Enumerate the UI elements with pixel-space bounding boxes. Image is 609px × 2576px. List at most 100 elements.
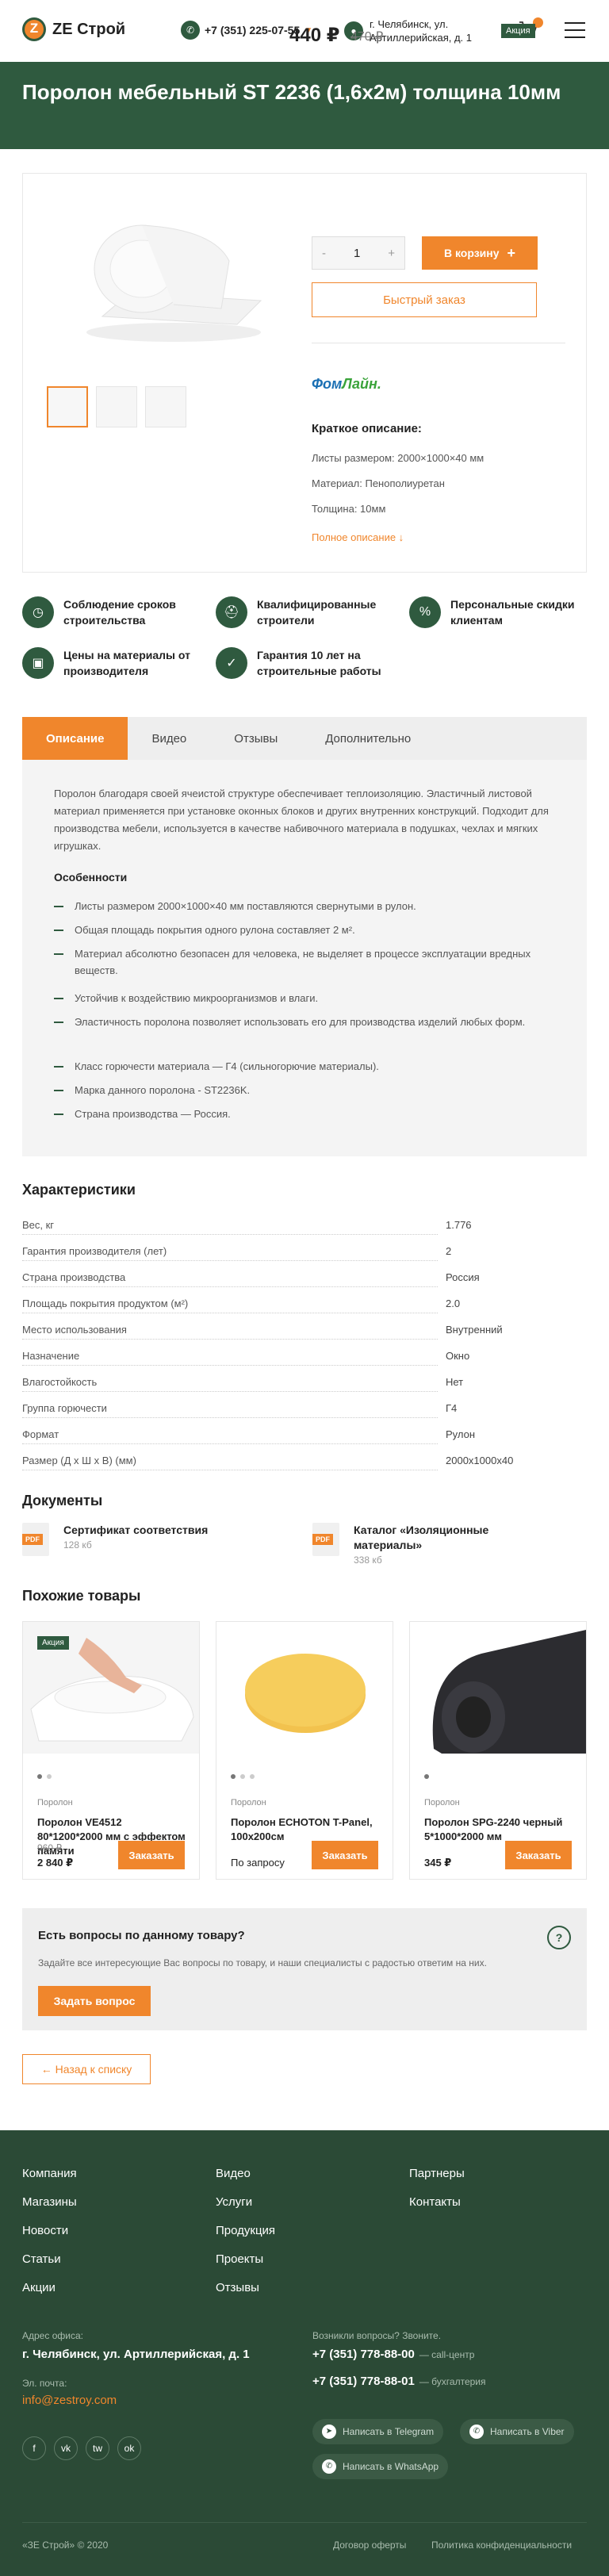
whatsapp-icon: ✆ (322, 2459, 336, 2474)
quick-order-button[interactable]: Быстрый заказ (312, 282, 537, 317)
spec-value: 2 (446, 1245, 452, 1257)
product-image (216, 1622, 393, 1754)
footer-link[interactable]: Магазины (22, 2195, 77, 2209)
tab-description[interactable]: Описание (22, 717, 128, 760)
tab-additional[interactable]: Дополнительно (301, 717, 435, 760)
document-name: Сертификат соответствия (63, 1524, 209, 1536)
privacy-link[interactable]: Политика конфиденциальности (431, 2540, 572, 2551)
viber-button[interactable]: ✆ Написать в Viber (460, 2419, 574, 2444)
qty-minus-button[interactable]: - (322, 247, 326, 260)
tab-reviews[interactable]: Отзывы (210, 717, 301, 760)
sale-badge: Акция (501, 24, 535, 38)
ok-icon[interactable]: ok (117, 2436, 141, 2460)
address-line1: г. Челябинск, ул. (370, 18, 449, 30)
feature-warranty: ✓ Гарантия 10 лет на строительные работы (216, 647, 398, 679)
document-catalog[interactable]: PDF Каталог «Изоляционные материалы» 338 … (312, 1523, 550, 1566)
short-desc-line: Листы размером: 2000×1000×40 мм (312, 452, 485, 464)
footer-link[interactable]: Отзывы (216, 2281, 259, 2294)
thumbnail-3[interactable] (145, 386, 186, 427)
product-name[interactable]: Поролон SPG-2240 черный 5*1000*2000 мм (424, 1815, 575, 1844)
whatsapp-button[interactable]: ✆ Написать в WhatsApp (312, 2454, 449, 2479)
spec-key: Гарантия производителя (лет) (22, 1245, 446, 1261)
brand-part2: Лайн. (342, 376, 381, 392)
full-description-link[interactable]: Полное описание ↓ (312, 531, 404, 543)
logo-text: ZE Строй (52, 20, 126, 38)
short-desc-line: Толщина: 10мм (312, 503, 386, 515)
spec-key: Страна производства (22, 1271, 446, 1287)
footer-link[interactable]: Новости (22, 2224, 68, 2237)
document-name: Каталог «Изоляционные материалы» (354, 1524, 489, 1551)
document-size: 128 кб (63, 1539, 92, 1551)
image-dots[interactable] (37, 1774, 52, 1779)
phone-callcenter[interactable]: +7 (351) 778-88-00— call-центр (312, 2348, 474, 2361)
spec-value: Рулон (446, 1428, 476, 1440)
office-label: Адрес офиса: (22, 2330, 83, 2341)
image-dots[interactable] (424, 1774, 429, 1779)
spec-row: Вес, кг 1.776 (22, 1212, 587, 1238)
back-to-list-button[interactable]: ← Назад к списку (22, 2054, 151, 2084)
thumbnail-2[interactable] (96, 386, 137, 427)
spec-row: Формат Рулон (22, 1421, 587, 1447)
quantity-stepper[interactable]: - 1 + (312, 236, 405, 270)
qty-plus-button[interactable]: + (388, 247, 395, 260)
spec-key: Вес, кг (22, 1219, 446, 1235)
qty-value[interactable]: 1 (354, 247, 360, 260)
ask-question-button[interactable]: Задать вопрос (38, 1986, 151, 2016)
footer-link[interactable]: Партнеры (409, 2167, 465, 2180)
tab-video[interactable]: Видео (128, 717, 210, 760)
plus-icon: + (507, 244, 516, 261)
phone-accounting[interactable]: +7 (351) 778-88-01— бухгалтерия (312, 2375, 486, 2388)
logo[interactable]: ZE Строй (22, 17, 125, 41)
product-image (410, 1622, 586, 1754)
email-link[interactable]: info@zestroy.com (22, 2394, 117, 2407)
offer-link[interactable]: Договор оферты (333, 2540, 406, 2551)
menu-burger-icon[interactable] (565, 22, 585, 44)
title-band: Поролон мебельный ST 2236 (1,6х2м) толщи… (0, 62, 609, 149)
document-certificate[interactable]: PDF Сертификат соответствия 128 кб (22, 1523, 208, 1556)
product-old-price: 470 ₽ (350, 30, 384, 44)
list-item: Эластичность поролона позволяет использо… (54, 1014, 546, 1030)
footer-link[interactable]: Статьи (22, 2252, 61, 2266)
pdf-icon: PDF (22, 1523, 49, 1556)
telegram-icon: ➤ (322, 2425, 336, 2439)
add-to-cart-button[interactable]: В корзину + (422, 236, 538, 270)
similar-product-card[interactable]: Акция Поролон Поролон VE4512 80*1200*200… (22, 1621, 200, 1880)
spec-value: 2000х1000х40 (446, 1455, 514, 1466)
spec-row: Площадь покрытия продуктом (м²) 2.0 (22, 1290, 587, 1317)
order-button[interactable]: Заказать (312, 1841, 378, 1869)
specs-title: Характеристики (22, 1182, 136, 1198)
order-button[interactable]: Заказать (118, 1841, 185, 1869)
facebook-icon[interactable]: f (22, 2436, 46, 2460)
product-main-image[interactable] (55, 205, 277, 348)
thumbnail-1[interactable] (47, 386, 88, 427)
product-old-price: 960 ₽ (37, 1842, 62, 1853)
brand-logo: ФомЛайн. (312, 376, 381, 393)
vk-icon[interactable]: vk (54, 2436, 78, 2460)
feature-builders: ⛑ Квалифицированные строители (216, 596, 398, 628)
similar-product-card[interactable]: Поролон Поролон SPG-2240 черный 5*1000*2… (409, 1621, 587, 1880)
image-dots[interactable] (231, 1774, 255, 1779)
footer-link[interactable]: Продукция (216, 2224, 275, 2237)
similar-product-card[interactable]: Поролон Поролон ECHOTON T-Panel, 100х200… (216, 1621, 393, 1880)
footer-link[interactable]: Проекты (216, 2252, 263, 2266)
spec-row: Гарантия производителя (лет) 2 (22, 1238, 587, 1264)
spec-key: Формат (22, 1428, 446, 1444)
footer-link[interactable]: Услуги (216, 2195, 252, 2209)
email-label: Эл. почта: (22, 2378, 67, 2389)
documents-title: Документы (22, 1493, 103, 1508)
order-button[interactable]: Заказать (505, 1841, 572, 1869)
footer-link[interactable]: Акции (22, 2281, 56, 2294)
social-links: f vk tw ok (22, 2436, 141, 2460)
footer-link[interactable]: Компания (22, 2167, 77, 2180)
twitter-icon[interactable]: tw (86, 2436, 109, 2460)
footer-link[interactable]: Видео (216, 2167, 251, 2180)
spec-key: Место использования (22, 1324, 446, 1340)
short-desc-line: Материал: Пенополиуретан (312, 477, 445, 489)
footer-link[interactable]: Контакты (409, 2195, 461, 2209)
spec-row: Страна производства Россия (22, 1264, 587, 1290)
short-desc-title: Краткое описание: (312, 422, 422, 435)
product-card (22, 173, 587, 573)
telegram-button[interactable]: ➤ Написать в Telegram (312, 2419, 444, 2444)
product-name[interactable]: Поролон ECHOTON T-Panel, 100х200см (231, 1815, 381, 1844)
phone-number: +7 (351) 225-07-55 (205, 24, 301, 36)
